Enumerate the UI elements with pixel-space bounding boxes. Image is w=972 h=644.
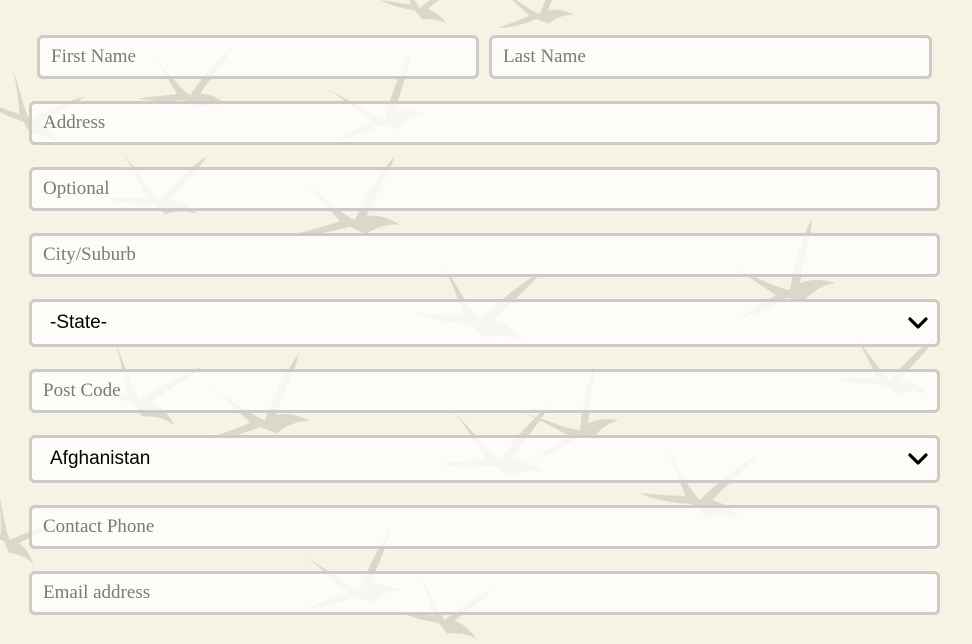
city-suburb-input[interactable]	[29, 233, 940, 277]
state-select[interactable]: -State-	[29, 299, 940, 347]
last-name-input[interactable]	[489, 35, 932, 79]
address-optional-input[interactable]	[29, 167, 940, 211]
email-address-input[interactable]	[29, 571, 940, 615]
state-select-value: -State-	[50, 312, 108, 333]
post-code-input[interactable]	[29, 369, 940, 413]
chevron-down-icon	[907, 315, 929, 331]
country-select[interactable]: Afghanistan	[29, 435, 940, 483]
address-input[interactable]	[29, 101, 940, 145]
address-form: -State- Afghanistan	[0, 0, 972, 644]
chevron-down-icon	[907, 451, 929, 467]
first-name-input[interactable]	[37, 35, 479, 79]
contact-phone-input[interactable]	[29, 505, 940, 549]
country-select-value: Afghanistan	[50, 448, 151, 469]
